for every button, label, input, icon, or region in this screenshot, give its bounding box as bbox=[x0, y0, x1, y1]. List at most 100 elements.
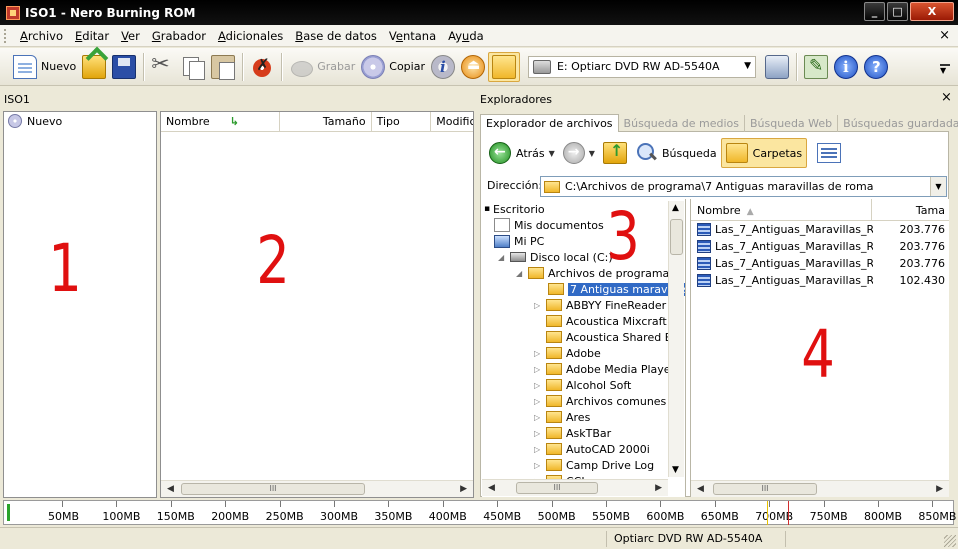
save-button[interactable] bbox=[109, 52, 139, 82]
maximize-button[interactable]: □ bbox=[887, 2, 908, 21]
scroll-thumb[interactable]: III bbox=[713, 483, 817, 495]
file-row[interactable]: Las_7_Antiguas_Maravillas_R... 102.430 bbox=[691, 272, 949, 289]
scroll-thumb[interactable] bbox=[670, 219, 683, 255]
file-browser-button[interactable] bbox=[487, 51, 520, 82]
expand-icon[interactable]: ▷ bbox=[534, 349, 544, 358]
menu-ventana[interactable]: Ventana bbox=[383, 29, 442, 43]
tree-item-my-pc[interactable]: Mi PC bbox=[494, 233, 544, 249]
menu-adicionales[interactable]: Adicionales bbox=[212, 29, 289, 43]
eject-button[interactable] bbox=[458, 52, 488, 82]
scroll-thumb[interactable]: III bbox=[516, 482, 598, 494]
file-list-horizontal-scrollbar[interactable]: ◀ III ▶ bbox=[691, 480, 949, 497]
drive-info-button[interactable] bbox=[762, 52, 792, 82]
tree-item-folder[interactable]: Acoustica Shared E bbox=[534, 329, 672, 345]
expand-icon[interactable]: ▷ bbox=[534, 413, 544, 422]
tree-item-folder[interactable]: ▷ AutoCAD 2000i bbox=[534, 441, 650, 457]
menu-base-de-datos[interactable]: Base de datos bbox=[289, 29, 383, 43]
tree-item-folder[interactable]: ▷ AskTBar bbox=[534, 425, 611, 441]
tab-media-search[interactable]: Búsqueda de medios bbox=[619, 115, 745, 132]
address-field[interactable]: C:\Archivos de programa\7 Antiguas marav… bbox=[540, 176, 947, 197]
scroll-right-icon[interactable]: ▶ bbox=[460, 484, 467, 494]
col-file-name[interactable]: Nombre ▲ bbox=[691, 199, 873, 220]
expand-icon[interactable]: ▷ bbox=[534, 445, 544, 454]
menu-grip[interactable] bbox=[4, 29, 7, 43]
minimize-button[interactable]: _ bbox=[864, 2, 885, 21]
nero-app-icon[interactable] bbox=[6, 5, 20, 20]
copy-disc-button[interactable]: Copiar bbox=[358, 52, 428, 82]
close-window-button[interactable]: X bbox=[910, 2, 954, 21]
scroll-right-icon[interactable]: ▶ bbox=[655, 483, 662, 493]
expand-icon[interactable]: ▷ bbox=[534, 397, 544, 406]
menu-ayuda[interactable]: Ayuda bbox=[442, 29, 490, 43]
views-button[interactable] bbox=[813, 138, 845, 168]
col-modifica[interactable]: Modifica bbox=[431, 112, 473, 131]
tab-file-explorer[interactable]: Explorador de archivos bbox=[480, 114, 619, 132]
toolbar-overflow-icon[interactable] bbox=[940, 64, 950, 76]
chevron-down-icon[interactable]: ▼ bbox=[549, 149, 555, 158]
scroll-thumb[interactable]: III bbox=[181, 483, 365, 495]
expand-icon[interactable]: ▷ bbox=[534, 461, 544, 470]
collapse-icon[interactable]: ◢ bbox=[498, 253, 508, 262]
horizontal-scrollbar[interactable]: ◀ III ▶ bbox=[161, 480, 473, 497]
file-row[interactable]: Las_7_Antiguas_Maravillas_R... 203.776 bbox=[691, 255, 949, 272]
scroll-up-icon[interactable]: ▲ bbox=[672, 203, 679, 213]
scroll-left-icon[interactable]: ◀ bbox=[697, 484, 704, 494]
tree-item-my-documents[interactable]: Mis documentos bbox=[494, 217, 604, 233]
expand-icon[interactable]: ▷ bbox=[534, 381, 544, 390]
tree-item-folder[interactable]: ▷ Archivos comunes bbox=[534, 393, 666, 409]
tree-item-program-files[interactable]: ◢ Archivos de programa bbox=[516, 265, 669, 281]
tab-web-search[interactable]: Búsqueda Web bbox=[745, 115, 839, 132]
menu-archivo[interactable]: Archivo bbox=[14, 29, 69, 43]
chevron-down-icon[interactable]: ▼ bbox=[744, 61, 751, 71]
close-document-icon[interactable]: × bbox=[939, 28, 950, 43]
menu-grabador[interactable]: Grabador bbox=[146, 29, 212, 43]
tree-item-desktop[interactable]: ▪ Escritorio bbox=[484, 201, 545, 217]
tree-item-folder[interactable]: ▷ Adobe Media Player bbox=[534, 361, 675, 377]
tree-item-selected-folder[interactable]: 7 Antiguas maravillas bbox=[548, 281, 685, 297]
forward-button[interactable]: ▼ bbox=[559, 138, 599, 168]
chevron-down-icon[interactable]: ▼ bbox=[589, 149, 595, 158]
up-folder-button[interactable] bbox=[599, 138, 631, 168]
scroll-down-icon[interactable]: ▼ bbox=[672, 465, 679, 475]
tree-horizontal-scrollbar[interactable]: ◀ III ▶ bbox=[482, 479, 668, 496]
tree-item-folder[interactable]: ▷ Camp Drive Log bbox=[534, 457, 654, 473]
tree-item-new[interactable]: Nuevo bbox=[4, 112, 156, 130]
back-button[interactable]: Atrás ▼ bbox=[485, 138, 559, 168]
copy-clip-button[interactable] bbox=[178, 52, 208, 82]
tree-item-folder[interactable]: ▷ Alcohol Soft bbox=[534, 377, 631, 393]
file-row[interactable]: Las_7_Antiguas_Maravillas_R... 203.776 bbox=[691, 221, 949, 238]
col-tipo[interactable]: Tipo bbox=[372, 112, 432, 131]
folders-button[interactable]: Carpetas bbox=[720, 138, 808, 168]
cover-designer-button[interactable] bbox=[801, 52, 831, 82]
search-button[interactable]: Búsqueda bbox=[631, 138, 721, 168]
tree-item-local-disk[interactable]: ◢ Disco local (C:) bbox=[498, 249, 613, 265]
expand-icon[interactable]: ▷ bbox=[534, 365, 544, 374]
paste-button[interactable] bbox=[208, 52, 238, 82]
col-nombre[interactable]: Nombre ↳ bbox=[161, 112, 281, 131]
browser-close-icon[interactable]: × bbox=[941, 90, 952, 105]
resize-grip-icon[interactable] bbox=[944, 535, 956, 547]
disc-info-button[interactable] bbox=[428, 52, 458, 82]
about-button[interactable] bbox=[831, 52, 861, 82]
col-file-size[interactable]: Tama bbox=[872, 199, 949, 220]
expand-icon[interactable]: ▷ bbox=[534, 429, 544, 438]
tree-vertical-scrollbar[interactable]: ▲ ▼ bbox=[668, 201, 684, 477]
cut-button[interactable] bbox=[148, 52, 178, 82]
menu-editar[interactable]: Editar bbox=[69, 29, 115, 43]
tree-item-folder[interactable]: ▷ Ares bbox=[534, 409, 590, 425]
scroll-left-icon[interactable]: ◀ bbox=[488, 483, 495, 493]
open-button[interactable] bbox=[79, 52, 109, 82]
tree-item-folder[interactable]: ▷ Adobe bbox=[534, 345, 601, 361]
scroll-left-icon[interactable]: ◀ bbox=[167, 484, 174, 494]
tree-item-folder[interactable]: ▷ ABBYY FineReader bbox=[534, 297, 666, 313]
tree-item-folder[interactable]: Acoustica Mixcraft bbox=[534, 313, 667, 329]
menu-ver[interactable]: Ver bbox=[115, 29, 146, 43]
chevron-down-icon[interactable]: ▼ bbox=[930, 177, 946, 196]
help-button[interactable] bbox=[861, 52, 891, 82]
erase-disc-button[interactable] bbox=[247, 52, 277, 82]
tab-saved-searches[interactable]: Búsquedas guardadas bbox=[838, 115, 958, 132]
collapse-icon[interactable]: ◢ bbox=[516, 269, 526, 278]
burn-button[interactable]: Grabar bbox=[286, 52, 358, 82]
file-row[interactable]: Las_7_Antiguas_Maravillas_R... 203.776 bbox=[691, 238, 949, 255]
expand-icon[interactable]: ▷ bbox=[534, 301, 544, 310]
